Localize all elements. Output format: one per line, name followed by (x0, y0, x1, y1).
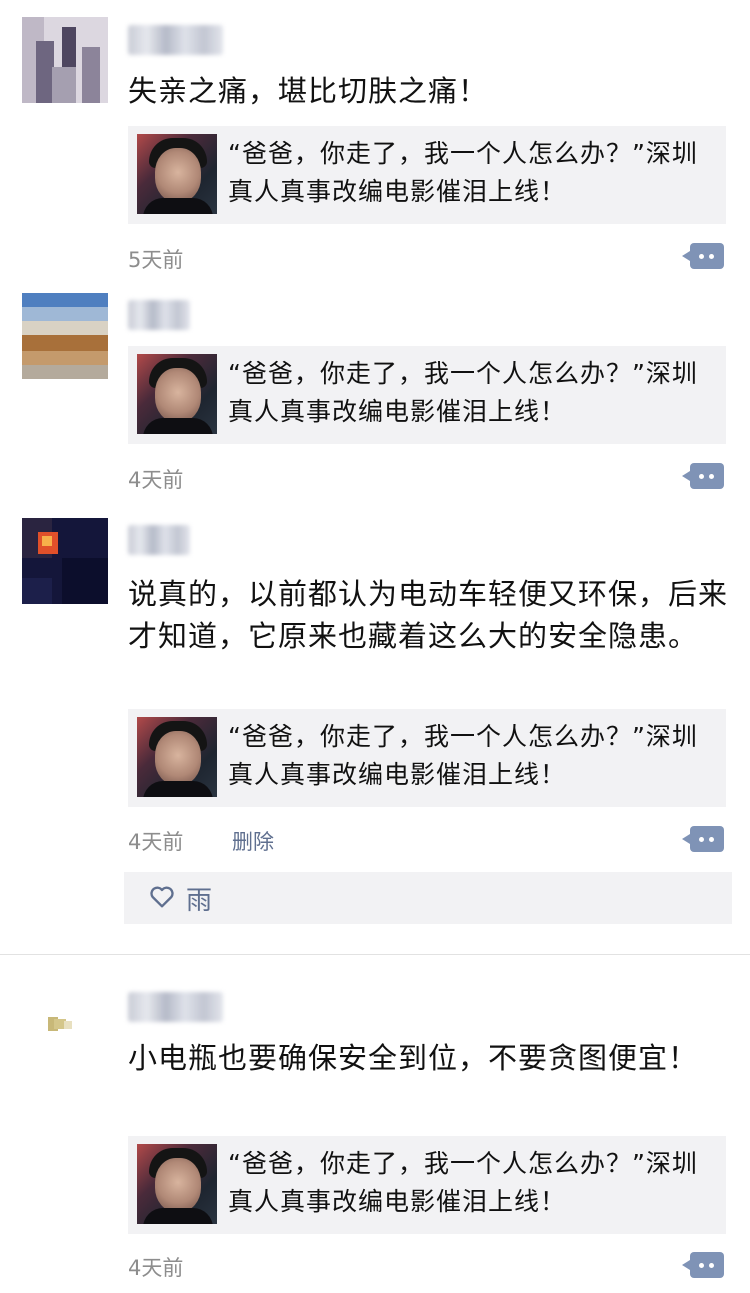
username[interactable] (128, 992, 223, 1022)
article-thumbnail (137, 134, 217, 214)
avatar[interactable] (22, 17, 108, 103)
shared-link-title: “爸爸，你走了，我一个人怎么办？”深圳真人真事改编电影催泪上线！ (228, 139, 698, 206)
avatar[interactable] (22, 518, 108, 604)
post-text: 小电瓶也要确保安全到位，不要贪图便宜！ (128, 1041, 699, 1075)
username[interactable] (128, 300, 190, 330)
post-time: 4天前 (128, 468, 184, 492)
post-text: 说真的，以前都认为电动车轻便又环保，后来才知道，它原来也藏着这么大的安全隐患。 (128, 577, 729, 653)
comment-bubble-icon[interactable] (682, 243, 724, 269)
post-text: 失亲之痛，堪比切肤之痛！ (128, 74, 489, 108)
comment-bubble-icon[interactable] (682, 826, 724, 852)
article-thumbnail (137, 354, 217, 434)
shared-link-card[interactable]: “爸爸，你走了，我一个人怎么办？”深圳真人真事改编电影催泪上线！ (128, 1136, 726, 1234)
liker-name[interactable]: 雨 (186, 880, 212, 917)
heart-outline-icon (148, 883, 176, 911)
shared-link-title: “爸爸，你走了，我一个人怎么办？”深圳真人真事改编电影催泪上线！ (228, 1149, 698, 1216)
username[interactable] (128, 25, 223, 55)
divider (0, 954, 750, 955)
likes-bar: 雨 (124, 872, 732, 924)
shared-link-card[interactable]: “爸爸，你走了，我一个人怎么办？”深圳真人真事改编电影催泪上线！ (128, 126, 726, 224)
shared-link-title: “爸爸，你走了，我一个人怎么办？”深圳真人真事改编电影催泪上线！ (228, 722, 698, 789)
comment-bubble-icon[interactable] (682, 1252, 724, 1278)
post-time: 4天前 (128, 830, 184, 854)
shared-link-card[interactable]: “爸爸，你走了，我一个人怎么办？”深圳真人真事改编电影催泪上线！ (128, 709, 726, 807)
delete-link[interactable]: 删除 (232, 826, 274, 856)
article-thumbnail (137, 717, 217, 797)
avatar[interactable] (22, 985, 108, 1071)
comment-bubble-icon[interactable] (682, 463, 724, 489)
avatar[interactable] (22, 293, 108, 379)
shared-link-title: “爸爸，你走了，我一个人怎么办？”深圳真人真事改编电影催泪上线！ (228, 359, 698, 426)
shared-link-card[interactable]: “爸爸，你走了，我一个人怎么办？”深圳真人真事改编电影催泪上线！ (128, 346, 726, 444)
username[interactable] (128, 525, 190, 555)
post-time: 4天前 (128, 1256, 184, 1280)
article-thumbnail (137, 1144, 217, 1224)
post-time: 5天前 (128, 248, 184, 272)
